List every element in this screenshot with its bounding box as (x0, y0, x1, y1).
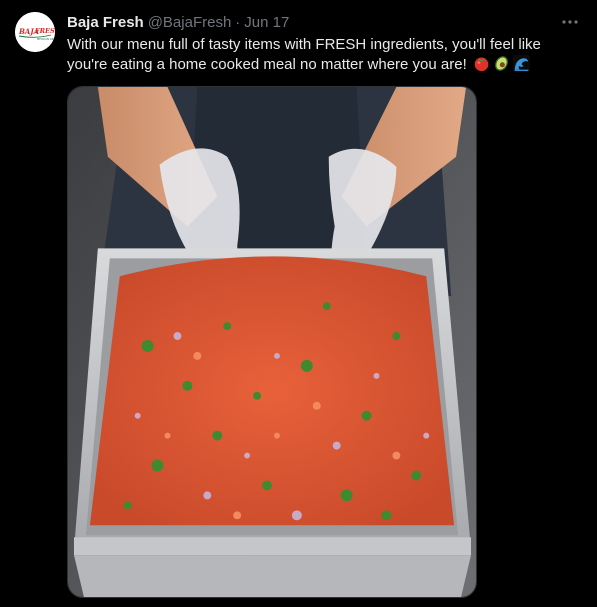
tweet-body: With our menu full of tasty items with F… (67, 36, 541, 73)
photo-salsa-fresca (68, 87, 476, 597)
svg-text:FRESH: FRESH (34, 27, 55, 35)
tweet-header: Baja Fresh @BajaFresh · Jun 17 (67, 13, 289, 33)
water-wave-icon (512, 55, 530, 72)
emoji-group (473, 55, 530, 72)
user-handle[interactable]: @BajaFresh (148, 13, 232, 33)
tweet-photo[interactable] (67, 86, 477, 598)
svg-text:MEXICAN GRILL: MEXICAN GRILL (37, 37, 55, 41)
tomato-icon (474, 57, 489, 72)
tweet-date[interactable]: Jun 17 (244, 13, 289, 33)
separator-dot: · (235, 14, 241, 31)
avatar[interactable]: BAJA FRESH MEXICAN GRILL (15, 12, 55, 52)
ellipsis-icon (562, 20, 578, 24)
tweet-text: With our menu full of tasty items with F… (67, 35, 567, 75)
display-name[interactable]: Baja Fresh (67, 13, 144, 33)
avocado-icon (495, 56, 508, 71)
baja-fresh-logo: BAJA FRESH MEXICAN GRILL (15, 12, 55, 52)
more-options-button[interactable] (557, 12, 583, 32)
tweet[interactable]: BAJA FRESH MEXICAN GRILL Baja Fresh @Baj… (0, 0, 597, 607)
